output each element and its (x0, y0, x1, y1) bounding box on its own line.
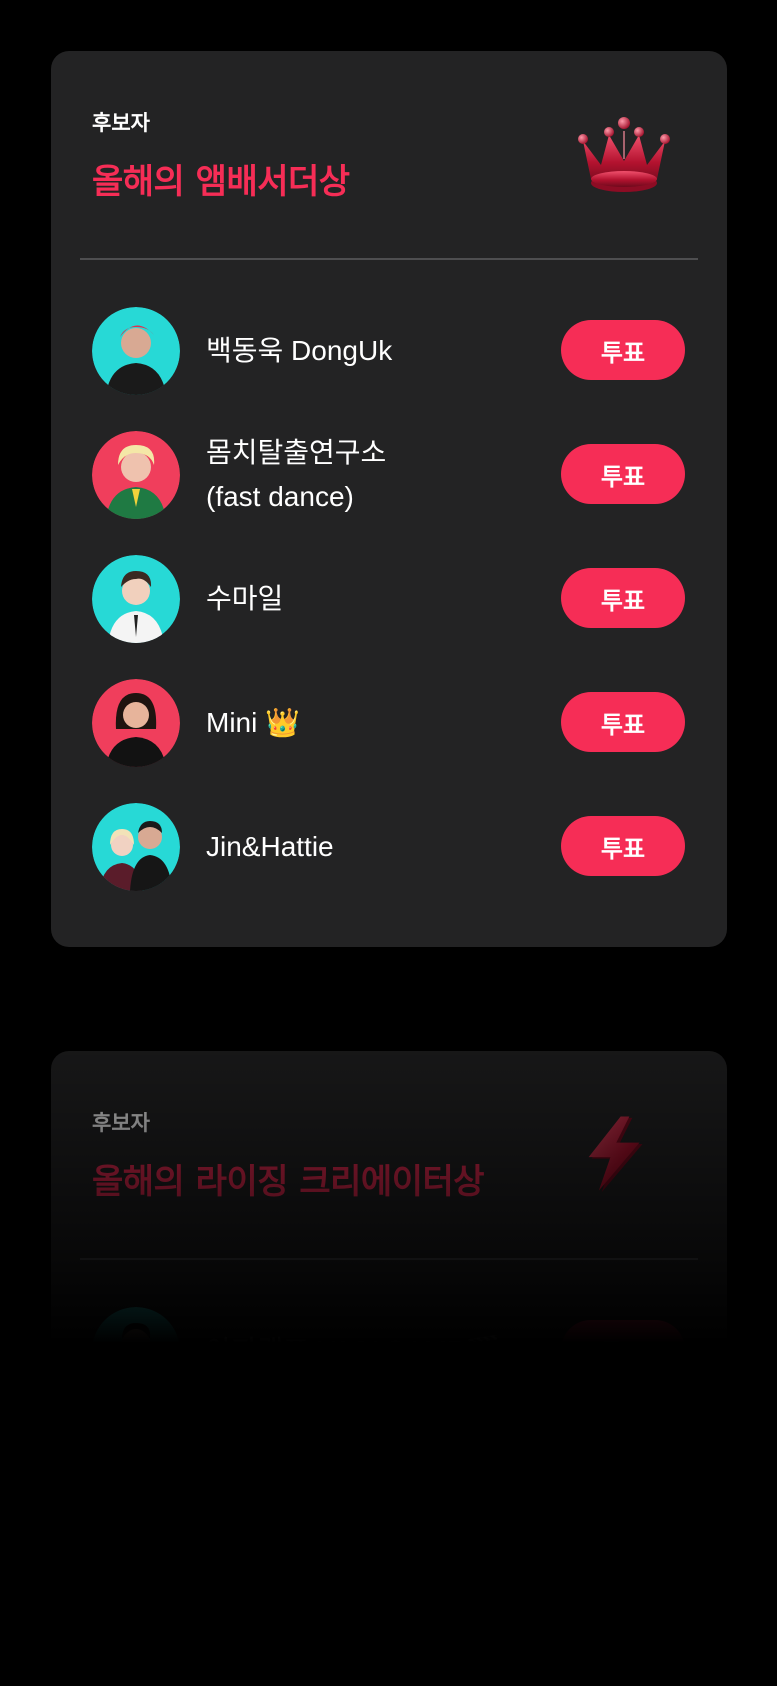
candidate-list: 백동욱 DongUk 투표 몸치탈출연구소 (fast dance) 투표 수마… (51, 304, 727, 924)
vote-button[interactable]: 투표 (561, 692, 685, 752)
candidates-label: 후보자 (92, 1111, 150, 1135)
candidate-name: 야자캠프 YAJACAMP🎬 (206, 1335, 501, 1366)
lightning-bolt-icon (588, 1116, 643, 1193)
candidate-row: 야자캠프 YAJACAMP🎬 투표 (51, 1304, 727, 1428)
award-card-ambassador: 후보자 올해의 앰배서더상 백동욱 DongUk 투표 몸치탈출연구소 (fas… (51, 51, 727, 947)
vote-button[interactable]: 투표 (561, 568, 685, 628)
vote-button[interactable]: 투표 (561, 816, 685, 876)
candidate-row: 수마일 투표 (51, 552, 727, 676)
candidates-label: 후보자 (92, 111, 150, 135)
candidate-avatar[interactable] (92, 555, 180, 643)
candidate-list: 야자캠프 YAJACAMP🎬 투표 (51, 1304, 727, 1428)
candidate-row: Mini 👑 투표 (51, 676, 727, 800)
crown-icon (578, 117, 670, 192)
vote-button[interactable]: 투표 (561, 1320, 685, 1380)
candidate-avatar[interactable] (92, 307, 180, 395)
candidate-name: Mini 👑 (206, 707, 300, 738)
award-title: 올해의 앰배서더상 (92, 162, 350, 202)
candidate-avatar[interactable] (92, 431, 180, 519)
award-title: 올해의 라이징 크리에이터상 (92, 1162, 485, 1202)
candidate-name: 백동욱 DongUk (206, 335, 393, 366)
card-header: 후보자 올해의 라이징 크리에이터상 (51, 1051, 727, 1261)
candidate-row: 몸치탈출연구소 (fast dance) 투표 (51, 428, 727, 552)
candidate-avatar[interactable] (92, 679, 180, 767)
candidate-row: 백동욱 DongUk 투표 (51, 304, 727, 428)
candidate-avatar[interactable] (92, 803, 180, 891)
award-card-rising-creator: 후보자 올해의 라이징 크리에이터상 야자캠프 YAJACAMP🎬 투표 (51, 1051, 727, 1491)
vote-button[interactable]: 투표 (561, 320, 685, 380)
card-header: 후보자 올해의 앰배서더상 (51, 51, 727, 261)
divider (80, 1258, 698, 1260)
candidate-name: 수마일 (206, 583, 284, 614)
vote-button[interactable]: 투표 (561, 444, 685, 504)
candidate-row: Jin&Hattie 투표 (51, 800, 727, 924)
divider (80, 258, 698, 260)
candidate-name: 몸치탈출연구소 (fast dance) (206, 437, 387, 512)
candidate-avatar[interactable] (92, 1307, 180, 1395)
candidate-name: Jin&Hattie (206, 831, 334, 862)
